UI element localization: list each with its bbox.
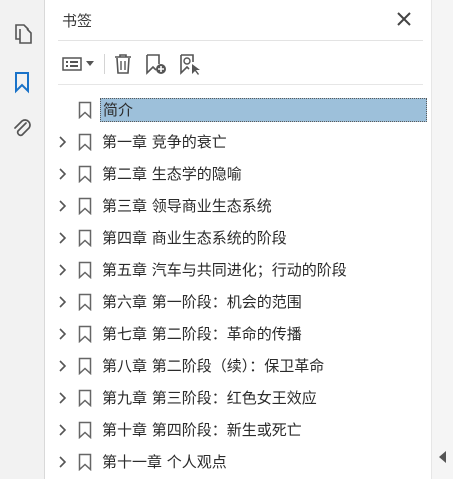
pages-icon [15, 24, 32, 44]
bookmark-item[interactable]: 第十章 第四阶段：新生或死亡 [46, 415, 431, 445]
list-options-icon [62, 57, 82, 71]
chevron-right-icon [59, 264, 67, 276]
bookmark-label[interactable]: 第三章 领导商业生态系统 [100, 194, 274, 218]
toolbar-divider [58, 84, 423, 85]
expand-chevron-button[interactable] [56, 295, 70, 309]
pages-panel-button[interactable] [8, 20, 36, 48]
bookmarks-icon [15, 72, 29, 94]
bookmark-label[interactable]: 第二章 生态学的隐喻 [100, 162, 244, 186]
trash-icon [115, 54, 131, 74]
bookmark-label[interactable]: 第七章 第二阶段：革命的传播 [100, 322, 304, 346]
panel-title: 书签 [62, 12, 93, 30]
bookmark-icon [78, 133, 92, 151]
new-bookmark-icon [146, 54, 166, 75]
bookmark-label[interactable]: 第九章 第三阶段：红色女王效应 [100, 386, 319, 410]
bookmark-icon [78, 165, 92, 183]
attachments-panel-button[interactable] [8, 114, 36, 142]
expand-chevron-button[interactable] [56, 423, 70, 437]
bookmark-label[interactable]: 第十一章 个人观点 [100, 450, 229, 474]
left-navigation-rail [0, 0, 45, 479]
bookmark-item[interactable]: 第八章 第二阶段（续）：保卫革命 [46, 351, 431, 381]
bookmark-icon [78, 261, 92, 279]
bookmarks-panel: 书签 简介 第一章 竞争的衰亡 第二章 生态学的隐喻 第三章 领导商业生态系统 … [46, 0, 431, 479]
bookmark-item[interactable]: 第二章 生态学的隐喻 [46, 159, 431, 189]
bookmark-icon [78, 101, 92, 119]
attachments-icon [14, 119, 31, 137]
bookmark-item[interactable]: 第七章 第二阶段：革命的传播 [46, 319, 431, 349]
bookmark-item[interactable]: 简介 [46, 95, 431, 125]
chevron-right-icon [59, 424, 67, 436]
toolbar-separator [104, 54, 105, 74]
chevron-right-icon [59, 360, 67, 372]
chevron-right-icon [59, 296, 67, 308]
bookmark-icon [78, 357, 92, 375]
expand-chevron-button[interactable] [56, 359, 70, 373]
options-menu-button[interactable] [60, 50, 96, 78]
collapse-panel-arrow[interactable] [438, 450, 448, 464]
chevron-right-icon [59, 200, 67, 212]
bookmark-label[interactable]: 第一章 竞争的衰亡 [100, 130, 229, 154]
bookmark-label[interactable]: 第十章 第四阶段：新生或死亡 [100, 418, 304, 442]
bookmark-item[interactable]: 第五章 汽车与共同进化；行动的阶段 [46, 255, 431, 285]
chevron-down-icon [86, 61, 94, 66]
close-panel-button[interactable] [393, 8, 415, 30]
panel-scrollbar[interactable] [431, 0, 453, 479]
chevron-right-icon [59, 328, 67, 340]
chevron-right-icon [59, 232, 67, 244]
new-bookmark-button[interactable] [142, 50, 170, 78]
expand-chevron-button[interactable] [56, 263, 70, 277]
bookmark-item[interactable]: 第三章 领导商业生态系统 [46, 191, 431, 221]
bookmark-label[interactable]: 第六章 第一阶段：机会的范围 [100, 290, 304, 314]
bookmark-search-icon [180, 54, 200, 75]
chevron-right-icon [59, 392, 67, 404]
chevron-right-icon [59, 136, 67, 148]
expand-chevron-button[interactable] [56, 391, 70, 405]
expand-chevron-button[interactable] [56, 231, 70, 245]
bookmark-label[interactable]: 简介 [100, 98, 427, 122]
chevron-right-icon [59, 168, 67, 180]
chevron-right-icon [59, 456, 67, 468]
bookmark-icon [78, 389, 92, 407]
bookmark-icon [78, 229, 92, 247]
expand-chevron-button[interactable] [56, 455, 70, 469]
bookmark-toolbar [58, 48, 418, 80]
expand-chevron-button[interactable] [56, 199, 70, 213]
bookmark-item[interactable]: 第十一章 个人观点 [46, 447, 431, 477]
bookmark-icon [78, 453, 92, 471]
close-icon [397, 12, 411, 26]
bookmark-icon [78, 197, 92, 215]
bookmark-item[interactable]: 第四章 商业生态系统的阶段 [46, 223, 431, 253]
triangle-left-icon [439, 451, 446, 463]
title-divider [58, 40, 423, 41]
bookmark-icon [78, 325, 92, 343]
bookmark-label[interactable]: 第五章 汽车与共同进化；行动的阶段 [100, 258, 349, 282]
bookmark-label[interactable]: 第八章 第二阶段（续）：保卫革命 [100, 354, 326, 378]
bookmark-item[interactable]: 第六章 第一阶段：机会的范围 [46, 287, 431, 317]
bookmark-label[interactable]: 第四章 商业生态系统的阶段 [100, 226, 289, 250]
bookmarks-panel-button[interactable] [8, 68, 36, 96]
bookmark-item[interactable]: 第九章 第三阶段：红色女王效应 [46, 383, 431, 413]
expand-chevron-button[interactable] [56, 327, 70, 341]
bookmark-icon [78, 421, 92, 439]
expand-chevron-button[interactable] [56, 167, 70, 181]
new-bookmark-from-structure-button[interactable] [176, 50, 204, 78]
bookmark-icon [78, 293, 92, 311]
expand-chevron-button[interactable] [56, 135, 70, 149]
delete-bookmark-button[interactable] [110, 50, 136, 78]
bookmark-item[interactable]: 第一章 竞争的衰亡 [46, 127, 431, 157]
